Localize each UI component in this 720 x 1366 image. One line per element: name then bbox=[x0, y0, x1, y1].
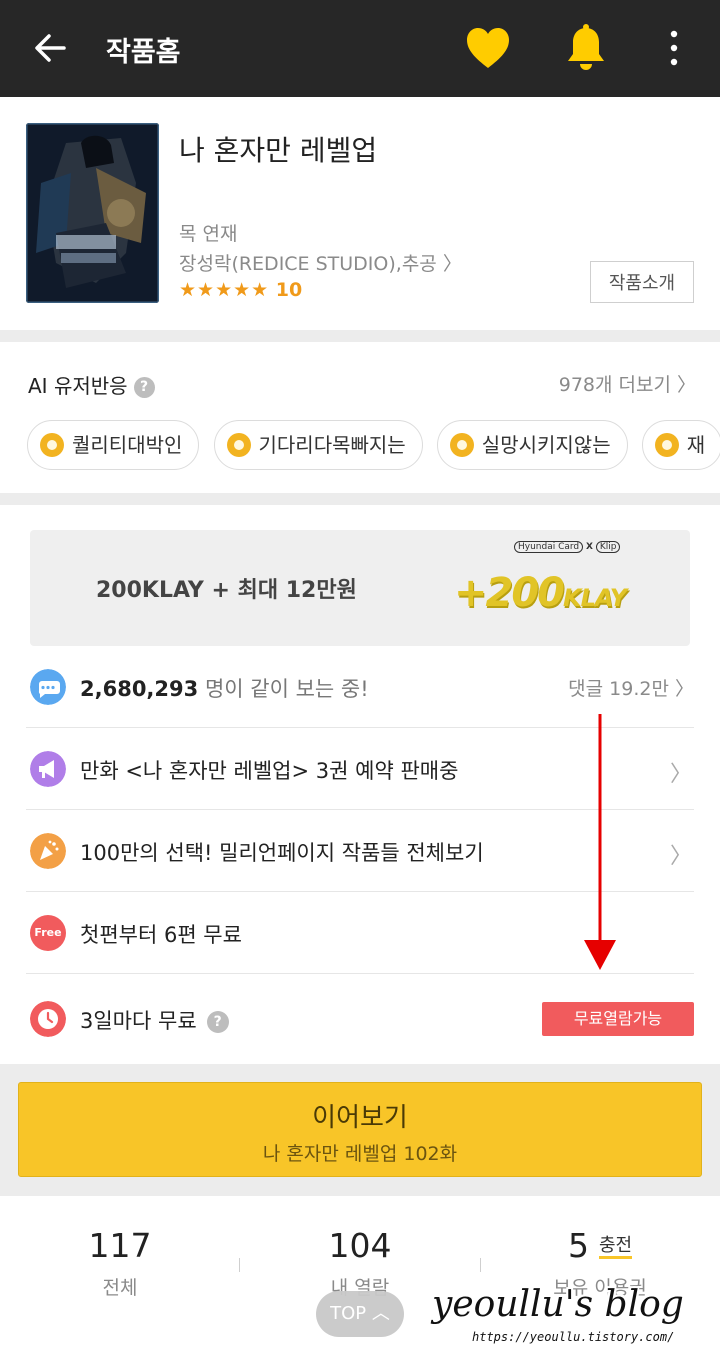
megaphone-icon bbox=[30, 751, 66, 787]
top-bar: 작품홈 bbox=[0, 0, 720, 97]
back-arrow-icon[interactable] bbox=[30, 28, 70, 68]
promo-plus: +200 bbox=[454, 570, 565, 616]
coin-icon bbox=[226, 433, 251, 457]
stat-viewed-value: 104 bbox=[328, 1226, 392, 1265]
chevron-right-icon: 〉 bbox=[669, 844, 692, 869]
comments-link[interactable]: 댓글 19.2만 〉 bbox=[568, 674, 694, 701]
clock-icon bbox=[30, 1001, 66, 1037]
author-link[interactable]: 장성락(REDICE STUDIO),추공 〉 bbox=[179, 249, 462, 276]
ai-reactions-title: AI 유저반응 bbox=[28, 374, 128, 398]
party-popper-icon bbox=[30, 833, 66, 869]
chip-label: 재 bbox=[686, 433, 706, 457]
million-text: 100만의 선택! 밀리언페이지 작품들 전체보기 bbox=[80, 841, 484, 865]
free-first-text: 첫편부터 6편 무료 bbox=[80, 923, 242, 947]
bell-icon[interactable] bbox=[565, 24, 607, 72]
help-icon[interactable]: ? bbox=[206, 1011, 229, 1033]
reaction-chip[interactable]: 실망시키지않는 bbox=[436, 420, 628, 470]
reaction-chip[interactable]: 재 bbox=[641, 420, 720, 470]
banner-klay-graphic: +200KLAY bbox=[454, 570, 627, 616]
continue-episode: 나 혼자만 레벨업 102화 bbox=[262, 1143, 458, 1165]
page-title: 작품홈 bbox=[106, 37, 181, 68]
rating-value: 10 bbox=[275, 279, 303, 301]
preorder-text: 만화 <나 혼자만 레벨업> 3권 예약 판매중 bbox=[80, 759, 459, 783]
star-rating-icon: ★★★★★ bbox=[179, 279, 270, 301]
reaction-chip[interactable]: 기다리다목빠지는 bbox=[213, 420, 423, 470]
blog-watermark: yeoullu's blog bbox=[432, 1284, 684, 1325]
stat-owned-value: 5 bbox=[567, 1226, 589, 1265]
chip-label: 퀄리티대박인 bbox=[72, 433, 183, 457]
work-title: 나 혼자만 레벨업 bbox=[179, 134, 378, 167]
serial-schedule: 목 연재 bbox=[179, 223, 238, 245]
free-available-badge: 무료열람가능 bbox=[542, 1002, 694, 1036]
work-intro-button[interactable]: 작품소개 bbox=[590, 261, 694, 303]
chevron-right-icon: 〉 bbox=[669, 762, 692, 787]
rating: ★★★★★ 10 bbox=[179, 279, 302, 301]
stat-total-value: 117 bbox=[88, 1226, 152, 1265]
brand-hyundai: Hyundai Card bbox=[514, 541, 584, 553]
brand-x: X bbox=[586, 542, 593, 552]
brand-klip: Klip bbox=[595, 541, 621, 553]
banner-text: 200KLAY + 최대 12만원 bbox=[96, 578, 357, 603]
heart-icon[interactable] bbox=[465, 26, 511, 70]
reaction-chips: 퀄리티대박인 기다리다목빠지는 실망시키지않는 재 bbox=[27, 420, 720, 470]
every3-text: 3일마다 무료? bbox=[80, 1005, 229, 1035]
free-icon: Free bbox=[30, 915, 66, 951]
every3-row: 3일마다 무료? 무료열람가능 bbox=[26, 974, 694, 1064]
more-vertical-icon[interactable] bbox=[662, 28, 686, 68]
charge-link[interactable]: 충전 bbox=[598, 1235, 633, 1259]
annotation-arrow-icon bbox=[584, 714, 616, 970]
promo-banner[interactable]: 200KLAY + 최대 12만원 Hyundai Card X Klip +2… bbox=[30, 530, 690, 646]
ai-more-link[interactable]: 978개 더보기 〉 bbox=[559, 370, 696, 397]
scroll-top-button[interactable]: TOP ︿ bbox=[316, 1291, 404, 1337]
promo-unit: KLAY bbox=[563, 584, 627, 612]
ai-reactions-label: AI 유저반응? bbox=[28, 370, 155, 399]
viewers-label: 명이 같이 보는 중! bbox=[204, 677, 369, 701]
stat-total[interactable]: 117 전체 bbox=[0, 1226, 240, 1300]
continue-reading-button[interactable]: 이어보기 나 혼자만 레벨업 102화 bbox=[18, 1082, 702, 1177]
coin-icon bbox=[654, 433, 679, 457]
coin-icon bbox=[449, 433, 474, 457]
help-icon[interactable]: ? bbox=[133, 377, 155, 398]
continue-label: 이어보기 bbox=[312, 1103, 408, 1133]
cover-image[interactable] bbox=[26, 123, 159, 303]
stat-total-label: 전체 bbox=[102, 1277, 138, 1299]
chip-label: 기다리다목빠지는 bbox=[258, 433, 406, 457]
chip-label: 실망시키지않는 bbox=[481, 433, 611, 457]
every3-label: 3일마다 무료 bbox=[80, 1009, 197, 1033]
banner-brand: Hyundai Card X Klip bbox=[514, 541, 621, 553]
coin-icon bbox=[40, 433, 64, 457]
reaction-chip[interactable]: 퀄리티대박인 bbox=[27, 420, 200, 470]
ai-reactions-section: AI 유저반응? 978개 더보기 〉 퀄리티대박인 기다리다목빠지는 실망시키… bbox=[0, 342, 720, 493]
viewers-count: 2,680,293 bbox=[80, 677, 199, 701]
blog-watermark-url: https://yeoullu.tistory.com/ bbox=[472, 1330, 675, 1344]
work-info: 나 혼자만 레벨업 목 연재 장성락(REDICE STUDIO),추공 〉 ★… bbox=[0, 97, 720, 330]
viewers-text: 2,680,293 명이 같이 보는 중! bbox=[80, 673, 369, 703]
continue-section: 이어보기 나 혼자만 레벨업 102화 bbox=[0, 1064, 720, 1192]
stat-owned-value-row: 5 충전 bbox=[480, 1226, 720, 1265]
chat-bubble-icon bbox=[30, 669, 66, 705]
